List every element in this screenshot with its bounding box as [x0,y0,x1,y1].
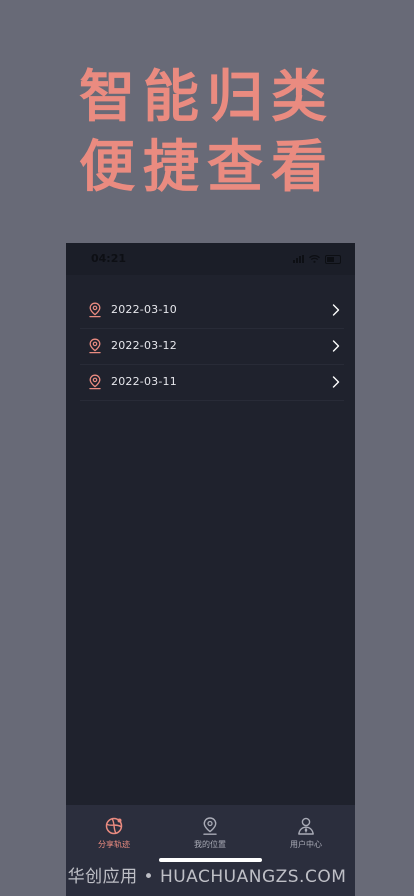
tab-label: 我的位置 [194,840,226,849]
share-track-icon [105,817,123,835]
record-date: 2022-03-10 [111,303,177,316]
battery-icon [325,254,341,264]
status-bar: 04:21 [66,243,355,275]
wifi-icon [309,255,320,263]
record-date: 2022-03-12 [111,339,177,352]
location-pin-icon [89,302,101,318]
record-date: 2022-03-11 [111,375,177,388]
tab-user-center[interactable]: 用户中心 [258,816,354,856]
promo-headline-line1: 智能归类 [79,65,335,130]
phone-screen: 04:21 2022-03-10 2022-03-12 2022-03-11 分… [66,243,355,896]
promo-headline-line2: 便捷查看 [79,135,335,200]
tab-label: 分享轨迹 [98,840,130,849]
location-pin-icon [89,338,101,354]
chevron-right-icon [332,304,340,316]
list-item[interactable]: 2022-03-12 [80,329,344,365]
cellular-signal-icon [293,255,304,263]
promo-screenshot: 智能归类 便捷查看 04:21 2022-03-10 2022-03-12 20… [0,0,414,896]
tab-my-location[interactable]: 我的位置 [162,816,258,856]
list-item[interactable]: 2022-03-10 [80,293,344,329]
tab-share-track[interactable]: 分享轨迹 [66,816,162,856]
chevron-right-icon [332,376,340,388]
location-pin-icon [89,374,101,390]
status-time: 04:21 [91,252,127,265]
my-location-icon [203,817,217,835]
status-icons [293,253,341,265]
list-item[interactable]: 2022-03-11 [80,365,344,401]
track-record-list: 2022-03-10 2022-03-12 2022-03-11 [80,293,344,401]
tab-label: 用户中心 [290,840,322,849]
user-center-icon [298,817,314,835]
watermark-text: 华创应用 • HUACHUANGZS.COM [67,867,347,887]
chevron-right-icon [332,340,340,352]
